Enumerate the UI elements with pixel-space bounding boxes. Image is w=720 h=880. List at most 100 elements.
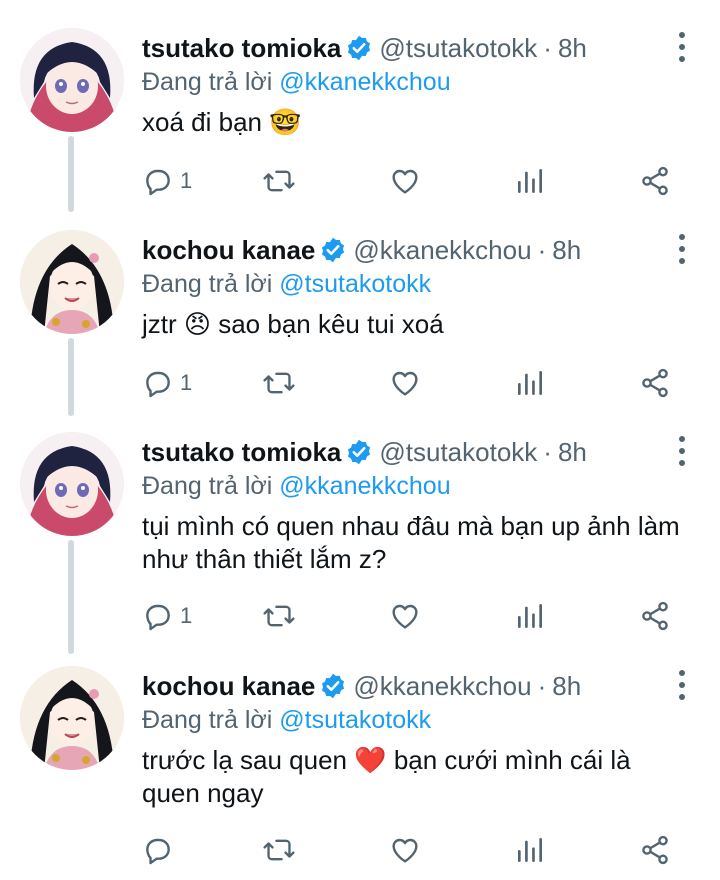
tweet-actions [142,830,682,870]
verified-badge-icon [319,672,347,700]
timestamp[interactable]: 8h [558,437,587,468]
handle[interactable]: @kkanekkchou [353,235,531,266]
reply-button[interactable] [142,830,180,870]
handle[interactable]: @tsutakotokk [379,437,537,468]
tweet-actions: 1 [142,596,682,636]
retweet-button[interactable] [262,363,296,403]
retweet-icon [263,372,295,394]
tweet-text: jztr 😠 sao bạn kêu tui xoá [142,309,444,339]
handle[interactable]: @kkanekkchou [353,671,531,702]
separator-dot: · [537,234,547,265]
views-chart-icon [518,838,542,862]
separator-dot: · [543,32,552,63]
reply-button[interactable]: 1 [142,363,192,403]
tweet-text: tụi mình có quen nhau đâu mà bạn up ảnh … [142,511,680,574]
timestamp[interactable]: 8h [558,33,587,64]
reply-count: 1 [180,370,193,395]
avatar[interactable] [20,230,124,334]
reply-count: 1 [180,168,193,193]
heart-icon [392,838,418,863]
share-icon [642,166,668,196]
separator-dot: · [537,670,547,701]
verified-badge-icon [345,34,373,62]
reply-button[interactable]: 1 [142,161,192,201]
views-chart-icon [518,371,542,395]
views-chart-icon [518,169,542,193]
tweet-header: tsutako tomioka @tsutakotokk · 8h [142,434,587,470]
replying-to-line: Đang trả lời @kkanekkchou [142,68,451,97]
replying-to-handle[interactable]: @kkanekkchou [279,68,450,96]
more-options-icon[interactable] [672,32,692,62]
display-name[interactable]: kochou kanae [142,235,315,266]
like-button[interactable] [389,830,421,870]
views-chart-icon [518,604,542,628]
timestamp[interactable]: 8h [552,671,581,702]
thread-connector-line [68,540,74,654]
tweet-header: tsutako tomioka @tsutakotokk · 8h [142,30,587,66]
display-name[interactable]: kochou kanae [142,671,315,702]
tweet-text: xoá đi bạn 🤓 [142,107,302,137]
retweet-button[interactable] [262,596,296,636]
tweet-actions: 1 [142,363,682,403]
retweet-icon [263,170,295,192]
avatar[interactable] [20,666,124,770]
thread-connector-line [68,338,74,416]
views-button[interactable] [514,830,546,870]
replying-to-handle[interactable]: @tsutakotokk [279,270,431,298]
kanae-avatar-image [20,230,124,334]
more-options-icon[interactable] [672,234,692,264]
reply-icon [146,371,170,398]
replying-to-handle[interactable]: @kkanekkchou [279,472,450,500]
retweet-icon [263,605,295,627]
reply-thread: tsutako tomioka @tsutakotokk · 8h Đang t… [0,0,720,880]
views-button[interactable] [514,161,546,201]
verified-badge-icon [345,438,373,466]
share-button[interactable] [639,596,671,636]
tsutako-avatar-image [20,432,124,536]
tweet-header: kochou kanae @kkanekkchou · 8h [142,668,581,704]
retweet-button[interactable] [262,161,296,201]
share-icon [642,368,668,398]
separator-dot: · [543,436,552,467]
timestamp[interactable]: 8h [552,235,581,266]
like-button[interactable] [389,596,421,636]
avatar[interactable] [20,432,124,536]
share-button[interactable] [639,363,671,403]
replying-to-handle[interactable]: @tsutakotokk [279,706,431,734]
display-name[interactable]: tsutako tomioka [142,33,341,64]
replying-to-label: Đang trả lời [142,270,273,298]
retweet-button[interactable] [262,830,296,870]
handle[interactable]: @tsutakotokk [379,33,537,64]
like-button[interactable] [389,363,421,403]
tweet-text: trước lạ sau quen ❤️ bạn cưới mình cái l… [142,745,631,808]
retweet-icon [263,839,295,861]
share-button[interactable] [639,161,671,201]
like-button[interactable] [389,161,421,201]
display-name[interactable]: tsutako tomioka [142,437,341,468]
reply-count: 1 [180,603,193,628]
replying-to-label: Đang trả lời [142,706,273,734]
replying-to-line: Đang trả lời @tsutakotokk [142,706,431,735]
more-options-icon[interactable] [672,670,692,700]
views-button[interactable] [514,596,546,636]
verified-badge-icon [319,236,347,264]
more-options-icon[interactable] [672,436,692,466]
reply-icon [146,169,170,196]
kanae-avatar-image [20,666,124,770]
tweet-actions: 1 [142,161,682,201]
reply-icon [146,838,170,865]
share-button[interactable] [639,830,671,870]
replying-to-line: Đang trả lời @kkanekkchou [142,472,451,501]
replying-to-line: Đang trả lời @tsutakotokk [142,270,431,299]
views-button[interactable] [514,363,546,403]
tweet-header: kochou kanae @kkanekkchou · 8h [142,232,581,268]
replying-to-label: Đang trả lời [142,472,273,500]
thread-connector-line [68,136,74,212]
heart-icon [392,371,418,396]
share-icon [642,835,668,865]
heart-icon [392,604,418,629]
avatar[interactable] [20,28,124,132]
share-icon [642,601,668,631]
reply-icon [146,604,170,631]
reply-button[interactable]: 1 [142,596,192,636]
